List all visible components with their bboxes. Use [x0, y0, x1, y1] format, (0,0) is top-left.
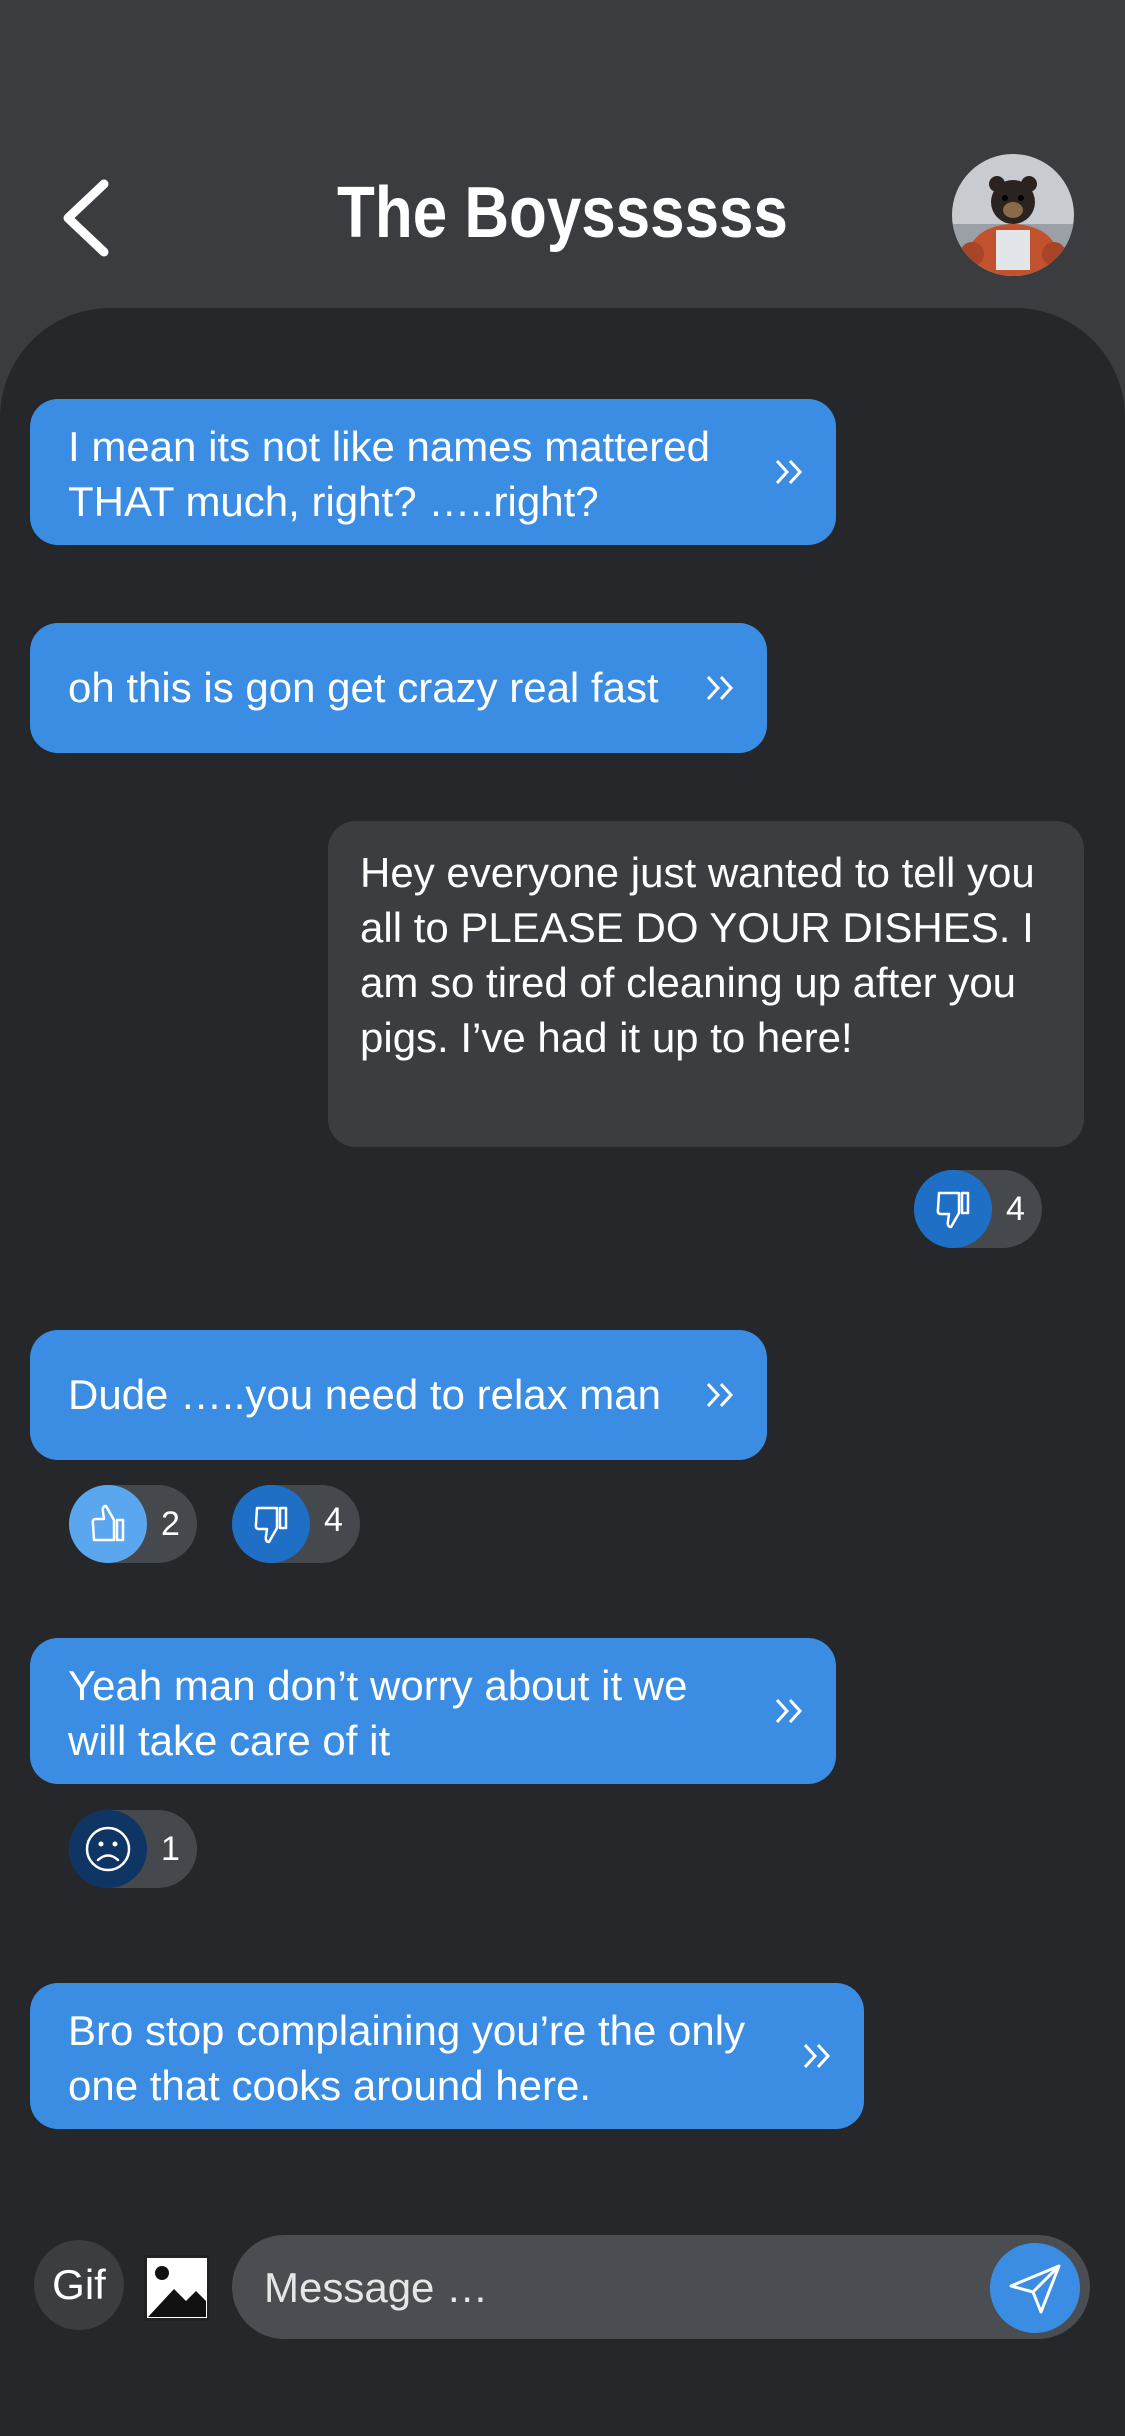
message-text: I mean its not like names mattered THAT … — [68, 423, 710, 525]
image-button[interactable] — [144, 2255, 210, 2321]
chevron-right-double-icon — [706, 1382, 734, 1408]
thumbs-up-icon — [91, 1504, 125, 1542]
reaction-count: 4 — [324, 1501, 343, 1539]
sad-face-icon — [85, 1826, 131, 1872]
message-text: Yeah man don’t worry about it we will ta… — [68, 1662, 688, 1764]
message-text: Dude …..you need to relax man — [68, 1371, 662, 1418]
message-text: oh this is gon get crazy real fast — [68, 664, 659, 711]
reaction-thumbs-down[interactable]: 4 — [914, 1170, 1042, 1248]
chevron-right-double-icon — [775, 1698, 803, 1724]
group-avatar[interactable] — [952, 154, 1074, 276]
reaction-count: 2 — [161, 1505, 180, 1543]
gif-button[interactable]: Gif — [34, 2240, 124, 2330]
composer-bar: Gif — [0, 2220, 1125, 2350]
chat-header: The Boyssssss — [0, 0, 1125, 320]
thumbs-down-icon — [936, 1191, 970, 1229]
thumbs-down-icon — [254, 1506, 288, 1544]
send-icon — [1009, 2264, 1061, 2314]
send-button[interactable] — [990, 2243, 1080, 2333]
message-input[interactable] — [262, 2235, 906, 2341]
chevron-right-double-icon — [803, 2043, 831, 2069]
reaction-thumbs-up[interactable]: 2 — [69, 1485, 197, 1563]
message-bubble[interactable]: I mean its not like names mattered THAT … — [30, 399, 836, 545]
reaction-thumbs-down[interactable]: 4 — [232, 1485, 360, 1563]
chat-title: The Boyssssss — [337, 173, 788, 253]
chevron-right-double-icon — [706, 675, 734, 701]
message-bubble[interactable]: Yeah man don’t worry about it we will ta… — [30, 1638, 836, 1784]
own-message-bubble[interactable]: Hey everyone just wanted to tell you all… — [328, 821, 1084, 1147]
message-text: Bro stop complaining you’re the only one… — [68, 2007, 746, 2109]
message-field — [232, 2235, 1090, 2341]
reaction-count: 1 — [161, 1830, 180, 1868]
reaction-count: 4 — [1006, 1190, 1025, 1228]
message-text: Hey everyone just wanted to tell you all… — [360, 849, 1035, 1061]
message-bubble[interactable]: oh this is gon get crazy real fast — [30, 623, 767, 753]
message-list[interactable]: I mean its not like names mattered THAT … — [0, 308, 1125, 2436]
reaction-sad[interactable]: 1 — [69, 1810, 197, 1888]
message-bubble[interactable]: Bro stop complaining you’re the only one… — [30, 1983, 864, 2129]
image-icon — [144, 2255, 210, 2321]
chevron-right-double-icon — [775, 459, 803, 485]
message-bubble[interactable]: Dude …..you need to relax man — [30, 1330, 767, 1460]
